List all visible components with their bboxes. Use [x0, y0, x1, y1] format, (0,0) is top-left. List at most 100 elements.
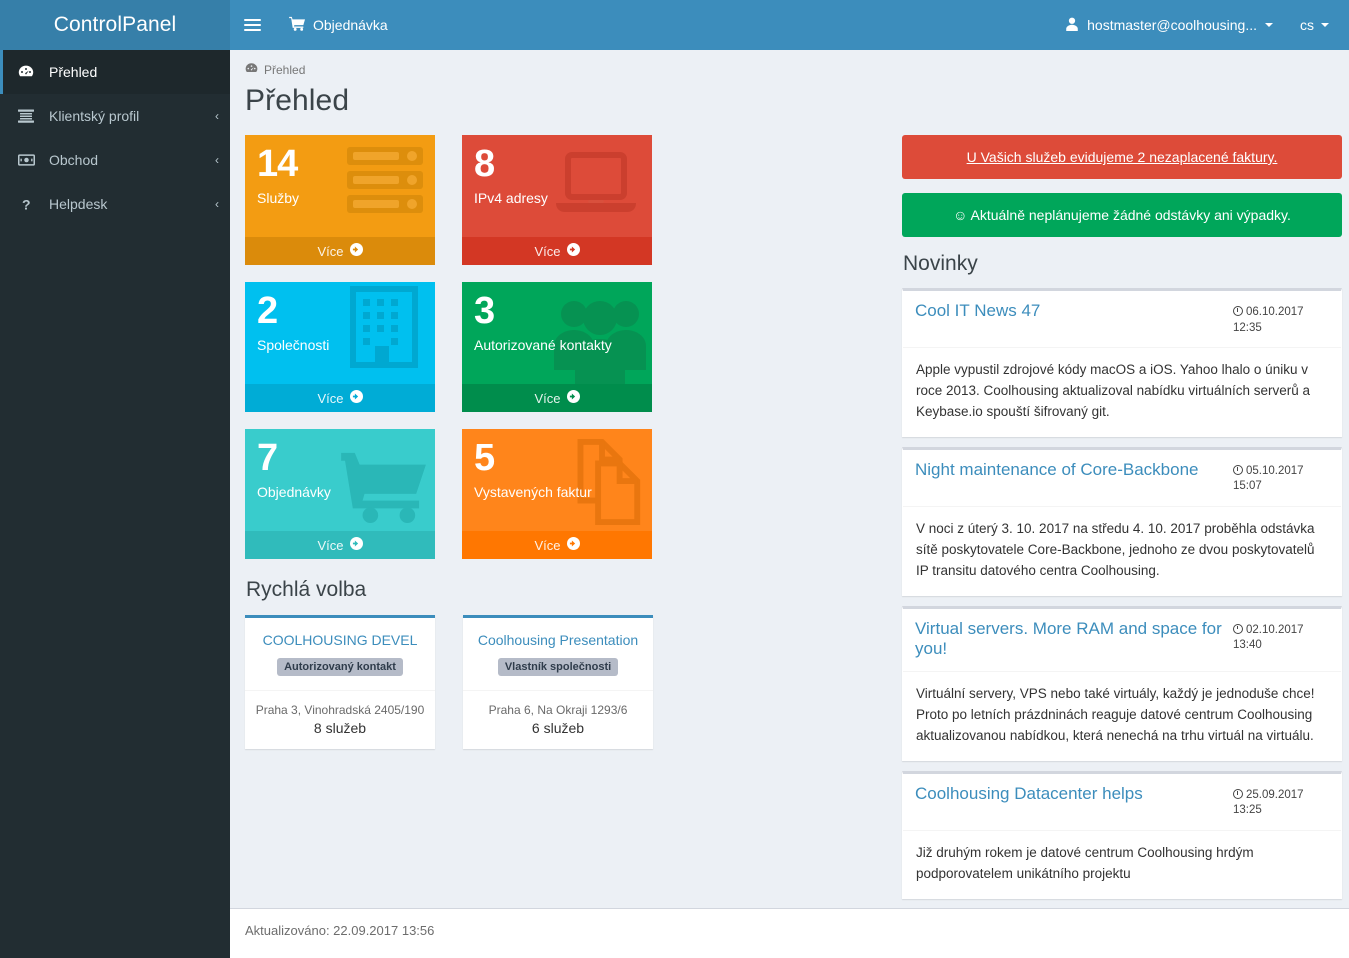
stat-box-label: Společnosti [257, 336, 330, 353]
sidebar-item-label: Přehled [49, 64, 98, 80]
stat-box-objednavky[interactable]: 7 Objednávky Více [245, 429, 435, 559]
stat-box-kontakty[interactable]: 3 Autorizované kontakty Více [462, 282, 652, 412]
stat-box-more-link[interactable]: Více [462, 531, 652, 559]
user-menu-button[interactable]: hostmaster@coolhousing... [1050, 0, 1288, 50]
clock-icon [1233, 464, 1243, 475]
breadcrumb: Přehled [245, 62, 1331, 78]
quick-choice-card[interactable]: Coolhousing Presentation Vlastník společ… [463, 615, 653, 749]
quick-choice-name[interactable]: COOLHOUSING DEVEL [253, 632, 427, 648]
svg-text:?: ? [22, 197, 31, 212]
news-time-value: 13:25 [1233, 804, 1262, 817]
news-headline[interactable]: Cool IT News 47 [915, 301, 1233, 322]
news-time-value: 15:07 [1233, 480, 1262, 493]
alert-unpaid-invoices: U Vašich služeb evidujeme 2 nezaplacené … [902, 135, 1342, 179]
navbar-right: hostmaster@coolhousing... cs [1050, 0, 1349, 50]
stat-box-more-link[interactable]: Více [462, 384, 652, 412]
news-body: V noci z úterý 3. 10. 2017 na středu 4. … [916, 520, 1315, 578]
news-panel: Coolhousing Datacenter helps 25.09.2017 … [902, 770, 1342, 899]
stat-box-more-label: Více [317, 390, 344, 406]
stat-box-label: Objednávky [257, 483, 331, 500]
footer-updated-label: Aktualizováno: 22.09.2017 13:56 [245, 923, 435, 938]
stat-box-content: 5 Vystavených faktur [462, 429, 652, 501]
news-title: Novinky [903, 252, 978, 275]
alert-unpaid-invoices-link[interactable]: U Vašich služeb evidujeme 2 nezaplacené … [967, 149, 1278, 165]
language-label: cs [1300, 17, 1314, 33]
nav-order-button[interactable]: Objednávka [274, 0, 403, 50]
stat-box-more-label: Více [317, 537, 344, 553]
stat-box-more-label: Více [317, 243, 344, 259]
news-body: Již druhým rokem je datové centrum Coolh… [916, 844, 1254, 881]
sidebar-item-arrow: ‹ [215, 153, 219, 167]
stat-box-label: Služby [257, 189, 300, 206]
stat-box-more-link[interactable]: Více [245, 384, 435, 412]
arrow-circle-right-icon [349, 537, 363, 553]
sidebar-item-prehled[interactable]: Přehled [0, 50, 230, 94]
quick-choice-body: Praha 3, Vinohradská 2405/190 8 služeb [245, 690, 435, 749]
stat-box-value: 14 [257, 143, 298, 185]
quick-choice-body: Praha 6, Na Okraji 1293/6 6 služeb [463, 690, 653, 749]
news-date: 02.10.2017 13:40 [1233, 619, 1329, 654]
quick-choice-address: Praha 3, Vinohradská 2405/190 [255, 703, 425, 717]
stat-box-more-label: Více [534, 537, 561, 553]
stat-box-content: 14 Služby [245, 135, 435, 207]
stat-box-content: 7 Objednávky [245, 429, 435, 501]
right-column: U Vašich služeb evidujeme 2 nezaplacené … [902, 135, 1342, 908]
news-headline[interactable]: Virtual servers. More RAM and space for … [915, 619, 1233, 660]
quick-choice-section: Rychlá volba COOLHOUSING DEVEL Autorizov… [245, 578, 892, 749]
stat-box-faktury[interactable]: 5 Vystavených faktur Více [462, 429, 652, 559]
sidebar-item-klientsky-profil[interactable]: Klientský profil ‹ [0, 94, 230, 138]
news-panel-head: Cool IT News 47 06.10.2017 12:35 [903, 291, 1341, 349]
list-icon [18, 109, 40, 123]
arrow-circle-right-icon [566, 390, 580, 406]
stat-box-more-label: Více [534, 243, 561, 259]
quick-choice-services: 6 služeb [531, 720, 585, 736]
clock-icon [1233, 623, 1243, 634]
clock-icon [1233, 788, 1243, 799]
stat-box-value: 7 [257, 437, 278, 479]
stat-box-sluzby[interactable]: 14 Služby Více [245, 135, 435, 265]
stat-box-spolecnosti[interactable]: 2 Společnosti Více [245, 282, 435, 412]
breadcrumb-label[interactable]: Přehled [264, 63, 305, 77]
quick-choice-title: Rychlá volba [246, 578, 367, 601]
quick-choice-name[interactable]: Coolhousing Presentation [471, 632, 645, 648]
sidebar-item-label: Obchod [49, 152, 99, 168]
sidebar-item-label: Klientský profil [49, 108, 140, 124]
news-headline[interactable]: Night maintenance of Core-Backbone [915, 460, 1233, 481]
money-icon [18, 154, 40, 166]
stat-box-more-label: Více [534, 390, 561, 406]
stat-box-more-link[interactable]: Více [245, 237, 435, 265]
question-icon: ? [18, 197, 40, 212]
quick-choice-card[interactable]: COOLHOUSING DEVEL Autorizovaný kontakt P… [245, 615, 435, 749]
stat-box-more-link[interactable]: Více [462, 237, 652, 265]
stat-box-wrap: 3 Autorizované kontakty Více [462, 282, 679, 412]
stat-box-wrap: 7 Objednávky Více [245, 429, 462, 559]
news-panel-head: Coolhousing Datacenter helps 25.09.2017 … [903, 774, 1341, 831]
stat-box-label: Autorizované kontakty [474, 336, 612, 353]
stat-box-content: 2 Společnosti [245, 282, 435, 354]
alert-no-outages: ☺ Aktuálně neplánujeme žádné odstávky an… [902, 193, 1342, 237]
hamburger-icon [243, 16, 261, 34]
status-badge: Autorizovaný kontakt [277, 658, 403, 676]
news-time-value: 13:40 [1233, 639, 1262, 652]
news-body: Virtuální servery, VPS nebo také virtuál… [916, 686, 1315, 743]
chevron-down-icon [1265, 23, 1273, 27]
stat-box-value: 5 [474, 437, 495, 479]
stat-box-more-link[interactable]: Více [245, 531, 435, 559]
news-date-value: 02.10.2017 [1246, 623, 1304, 636]
language-menu-button[interactable]: cs [1288, 0, 1349, 50]
sidebar-toggle-button[interactable] [230, 0, 274, 50]
stat-box-wrap: 8 IPv4 adresy Více [462, 135, 679, 265]
app-logo[interactable]: ControlPanel [0, 0, 230, 50]
arrow-circle-right-icon [349, 390, 363, 406]
dashboard-icon [245, 62, 258, 78]
stat-box-value: 3 [474, 290, 495, 332]
app-root: ControlPanel Objednávka hostmaster@coolh… [0, 0, 1349, 958]
sidebar-item-helpdesk[interactable]: ? Helpdesk ‹ [0, 182, 230, 226]
sidebar-item-obchod[interactable]: Obchod ‹ [0, 138, 230, 182]
stat-box-ipv4[interactable]: 8 IPv4 adresy Více [462, 135, 652, 265]
news-date: 05.10.2017 15:07 [1233, 460, 1329, 495]
news-body: Apple vypustil zdrojové kódy macOS a iOS… [916, 362, 1310, 419]
news-headline[interactable]: Coolhousing Datacenter helps [915, 784, 1233, 805]
user-icon [1065, 17, 1079, 34]
main-row: 14 Služby Více 8 IPv4 adresy Více 2 Spol… [230, 135, 1349, 908]
